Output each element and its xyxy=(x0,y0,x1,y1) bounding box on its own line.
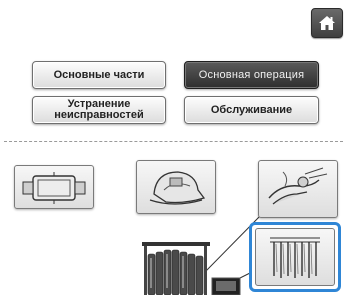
needle-threads-thumbnail-inner xyxy=(255,228,335,286)
cap-frame-thumbnail[interactable] xyxy=(136,160,216,214)
cap-frame-icon xyxy=(149,171,206,205)
threading-thumbnail[interactable] xyxy=(258,160,338,218)
machine-illustration-icon xyxy=(142,242,241,295)
needle-bar-threads-icon xyxy=(270,237,320,278)
threading-icon xyxy=(268,167,328,205)
embroidery-frame-icon xyxy=(22,172,86,204)
needle-threads-thumbnail-selected[interactable] xyxy=(249,222,341,292)
embroidery-frame-thumbnail[interactable] xyxy=(14,165,94,209)
